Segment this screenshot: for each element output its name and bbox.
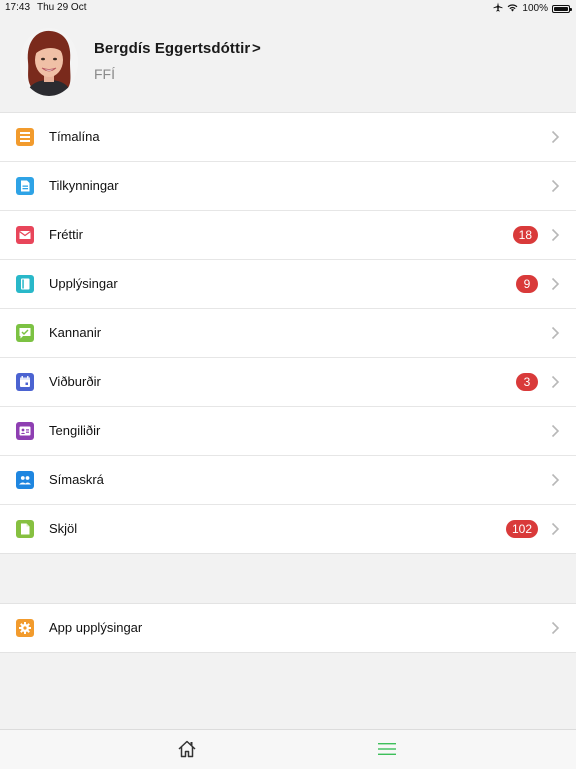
chevron-right-icon — [548, 375, 562, 389]
menu-item-contacts[interactable]: Tengiliðir — [0, 407, 576, 456]
menu-item-events[interactable]: Viðburðir 3 — [0, 358, 576, 407]
chevron-right-icon — [548, 277, 562, 291]
menu-item-documents[interactable]: Skjöl 102 — [0, 505, 576, 553]
airplane-icon — [493, 2, 503, 15]
unread-count-badge: 18 — [512, 226, 538, 244]
menu-item-label: Kannanir — [49, 325, 102, 340]
hamburger-menu-icon[interactable] — [376, 738, 398, 760]
chevron-right-icon — [548, 473, 562, 487]
gear-icon — [16, 619, 34, 637]
status-right: 100% — [493, 2, 572, 15]
chevron-right-icon — [548, 522, 562, 536]
unread-count-badge: 9 — [516, 275, 538, 293]
avatar — [20, 28, 78, 96]
chevron-right-icon — [548, 621, 562, 635]
menu-item-information[interactable]: Upplýsingar 9 — [0, 260, 576, 309]
menu-item-label: Tímalína — [49, 129, 100, 144]
profile-name: Bergdís Eggertsdóttir — [94, 40, 251, 57]
document-icon — [16, 520, 34, 538]
status-time: 17:43 — [5, 2, 31, 13]
menu-item-label: Símaskrá — [49, 472, 104, 487]
menu-item-surveys[interactable]: Kannanir — [0, 309, 576, 358]
menu-item-announcements[interactable]: Tilkynningar — [0, 162, 576, 211]
unread-count-badge: 102 — [505, 520, 538, 538]
unread-count-badge: 3 — [516, 373, 538, 391]
status-date: Thu 29 Oct — [37, 2, 87, 13]
chevron-right-icon — [548, 326, 562, 340]
timeline-icon — [16, 128, 34, 146]
chevron-right-icon — [548, 424, 562, 438]
settings-list: App upplýsingar — [0, 603, 576, 653]
menu-item-label: Tilkynningar — [49, 178, 119, 193]
home-icon[interactable] — [176, 738, 198, 760]
contact-card-icon — [16, 422, 34, 440]
survey-icon — [16, 324, 34, 342]
menu-item-label: Tengiliðir — [49, 423, 101, 438]
menu-item-app-info[interactable]: App upplýsingar — [0, 604, 576, 652]
menu-item-label: Viðburðir — [49, 374, 101, 389]
calendar-icon — [16, 373, 34, 391]
menu-item-label: Upplýsingar — [49, 276, 118, 291]
profile-header[interactable]: Bergdís Eggertsdóttir > FFÍ — [0, 16, 576, 112]
people-icon — [16, 471, 34, 489]
mail-icon — [16, 226, 34, 244]
announcement-icon — [16, 177, 34, 195]
menu-item-label: App upplýsingar — [49, 620, 143, 635]
wifi-icon — [507, 3, 518, 15]
battery-percent: 100% — [522, 3, 548, 14]
battery-icon — [552, 4, 572, 13]
menu-item-timeline[interactable]: Tímalína — [0, 113, 576, 162]
status-bar: 17:43 Thu 29 Oct 100% — [0, 0, 576, 16]
profile-organization: FFÍ — [94, 66, 115, 82]
chevron-right-icon — [548, 179, 562, 193]
chevron-right-icon: > — [252, 40, 261, 57]
menu-item-phonebook[interactable]: Símaskrá — [0, 456, 576, 505]
chevron-right-icon — [548, 130, 562, 144]
info-book-icon — [16, 275, 34, 293]
chevron-right-icon — [548, 228, 562, 242]
main-menu-list: Tímalína Tilkynningar Fréttir 18 Upplýsi… — [0, 112, 576, 554]
tab-bar — [0, 729, 576, 769]
menu-item-label: Skjöl — [49, 521, 78, 536]
menu-item-news[interactable]: Fréttir 18 — [0, 211, 576, 260]
menu-item-label: Fréttir — [49, 227, 83, 242]
